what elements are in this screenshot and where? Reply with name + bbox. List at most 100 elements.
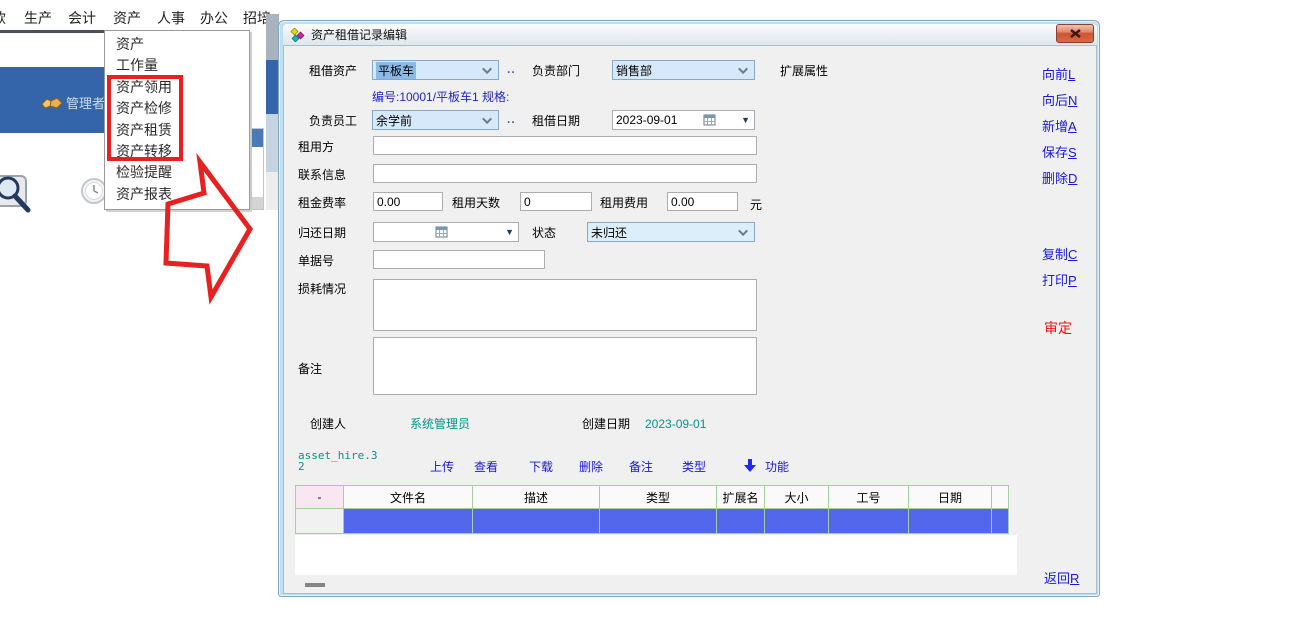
menubar-divider xyxy=(0,30,104,33)
view-link[interactable]: 查看 xyxy=(474,458,498,475)
header-cell-date[interactable]: 日期 xyxy=(908,485,992,509)
header-cell-empno[interactable]: 工号 xyxy=(828,485,909,509)
asset-label: 租借资产 xyxy=(309,64,357,78)
rate-label: 租金费率 xyxy=(298,196,346,210)
asset-info-text: 编号:10001/平板车1 规格: xyxy=(372,88,509,105)
create-date-value: 2023-09-01 xyxy=(645,417,706,431)
menubar-item[interactable]: 生产 xyxy=(24,8,52,28)
hire-date-picker[interactable]: 2023-09-01 ▼ xyxy=(612,110,755,130)
dialog-title: 资产租借记录编辑 xyxy=(311,26,407,43)
contact-input[interactable] xyxy=(373,164,757,183)
attachment-table: - 文件名 描述 类型 扩展名 大小 工号 日期 xyxy=(295,485,1009,534)
dialog-client-area: 租借资产 平板车 .. 负责部门 销售部 扩展属性 编号:10001/平板车1 … xyxy=(283,45,1097,594)
employee-combobox-value: 余学前 xyxy=(376,112,412,129)
header-cell-desc[interactable]: 描述 xyxy=(472,485,600,509)
hire-date-value: 2023-09-01 xyxy=(616,113,677,127)
creator-value: 系统管理员 xyxy=(410,417,470,431)
copy-button[interactable]: 复制C xyxy=(1042,244,1077,263)
attachment-id-text: asset_hire.32 xyxy=(298,450,378,472)
status-combobox[interactable]: 未归还 xyxy=(587,222,755,242)
remark-textarea[interactable] xyxy=(373,337,757,395)
doc-no-input[interactable] xyxy=(373,250,545,269)
return-button[interactable]: 返回R xyxy=(1044,568,1079,587)
doc-no-label: 单据号 xyxy=(298,254,334,268)
arrow-down-icon[interactable] xyxy=(744,459,756,472)
calendar-icon xyxy=(435,226,448,238)
close-icon xyxy=(1070,29,1081,38)
fee-label: 租用费用 xyxy=(600,196,648,210)
menubar-item-assets[interactable]: 资产 xyxy=(113,8,141,28)
employee-combobox[interactable]: 余学前 xyxy=(372,110,499,130)
contact-label: 联系信息 xyxy=(298,168,346,182)
note-link[interactable]: 备注 xyxy=(629,458,653,475)
creator-label: 创建人 xyxy=(310,417,346,431)
menubar-item[interactable]: 款 xyxy=(0,8,6,28)
handshake-icon xyxy=(41,96,63,112)
days-input[interactable] xyxy=(520,192,592,211)
dropdown-arrow-icon: ▼ xyxy=(505,227,514,237)
dept-combobox[interactable]: 销售部 xyxy=(612,60,755,80)
dept-combobox-value: 销售部 xyxy=(616,62,652,79)
chevron-down-icon xyxy=(482,114,492,124)
chevron-down-icon xyxy=(738,64,748,74)
menubar-item[interactable]: 办公 xyxy=(200,8,228,28)
delete-link[interactable]: 删除 xyxy=(579,458,603,475)
header-cell-type[interactable]: 类型 xyxy=(599,485,717,509)
delete-button[interactable]: 删除D xyxy=(1042,168,1077,187)
function-menu-button[interactable]: 功能 xyxy=(765,458,789,475)
asset-browse-button[interactable]: .. xyxy=(507,62,516,76)
create-date-label: 创建日期 xyxy=(582,417,630,431)
asset-combobox[interactable]: 平板车 xyxy=(372,60,499,80)
fee-input[interactable] xyxy=(667,192,738,211)
add-button[interactable]: 新增A xyxy=(1042,116,1077,135)
next-button[interactable]: 向后N xyxy=(1042,90,1077,109)
approve-button[interactable]: 审定 xyxy=(1044,318,1072,338)
remark-label: 备注 xyxy=(298,362,322,376)
header-cell-filename[interactable]: 文件名 xyxy=(343,485,473,509)
dept-label: 负责部门 xyxy=(532,64,580,78)
ext-attr-label: 扩展属性 xyxy=(780,64,828,78)
renter-label: 租用方 xyxy=(298,140,334,154)
print-button[interactable]: 打印P xyxy=(1042,270,1077,289)
save-button[interactable]: 保存S xyxy=(1042,142,1077,161)
close-button[interactable] xyxy=(1056,24,1094,43)
menu-item-asset[interactable]: 资产 xyxy=(105,31,249,52)
header-cell-extra xyxy=(991,485,1009,509)
dialog-titlebar: 资产租借记录编辑 xyxy=(283,24,1097,45)
menubar-item[interactable]: 会计 xyxy=(68,8,96,28)
days-label: 租用天数 xyxy=(452,196,500,210)
prev-button[interactable]: 向前L xyxy=(1042,64,1075,83)
wear-textarea[interactable] xyxy=(373,279,757,331)
table-header-row: - 文件名 描述 类型 扩展名 大小 工号 日期 xyxy=(295,485,1009,509)
header-cell-select[interactable]: - xyxy=(295,485,344,509)
download-link[interactable]: 下载 xyxy=(529,458,553,475)
header-cell-size[interactable]: 大小 xyxy=(764,485,829,509)
employee-browse-button[interactable]: .. xyxy=(507,112,516,126)
fee-unit-label: 元 xyxy=(750,198,762,212)
header-cell-ext[interactable]: 扩展名 xyxy=(716,485,765,509)
menubar-item[interactable]: 人事 xyxy=(157,8,185,28)
rate-input[interactable] xyxy=(373,192,443,211)
screen: 款 生产 会计 资产 人事 办公 招培 管理者 资产 工作量 资 xyxy=(0,0,1302,628)
chevron-down-icon xyxy=(482,64,492,74)
asset-combobox-value: 平板车 xyxy=(376,62,416,79)
chevron-down-icon xyxy=(738,226,748,236)
banner: 管理者 xyxy=(0,67,104,133)
menu-item-workload[interactable]: 工作量 xyxy=(105,52,249,73)
type-link[interactable]: 类型 xyxy=(682,458,706,475)
search-tool-icon[interactable] xyxy=(0,170,34,220)
return-date-label: 归还日期 xyxy=(298,226,346,240)
renter-input[interactable] xyxy=(373,136,757,155)
return-date-picker[interactable]: ▼ xyxy=(373,222,519,242)
hscrollbar-thumb[interactable] xyxy=(305,583,325,587)
wear-label: 损耗情况 xyxy=(298,282,346,296)
hire-date-label: 租借日期 xyxy=(532,114,580,128)
dialog-asset-hire-edit: 资产租借记录编辑 租借资产 平板车 .. 负责部门 销售部 扩展属性 编号:1 xyxy=(278,20,1100,597)
status-label: 状态 xyxy=(532,226,556,240)
banner-label: 管理者 xyxy=(66,93,104,112)
annotation-arrow-icon xyxy=(160,140,260,310)
dialog-icon xyxy=(290,28,306,42)
upload-link[interactable]: 上传 xyxy=(430,458,454,475)
table-row-selected[interactable] xyxy=(295,509,1009,534)
calendar-icon xyxy=(703,114,716,126)
